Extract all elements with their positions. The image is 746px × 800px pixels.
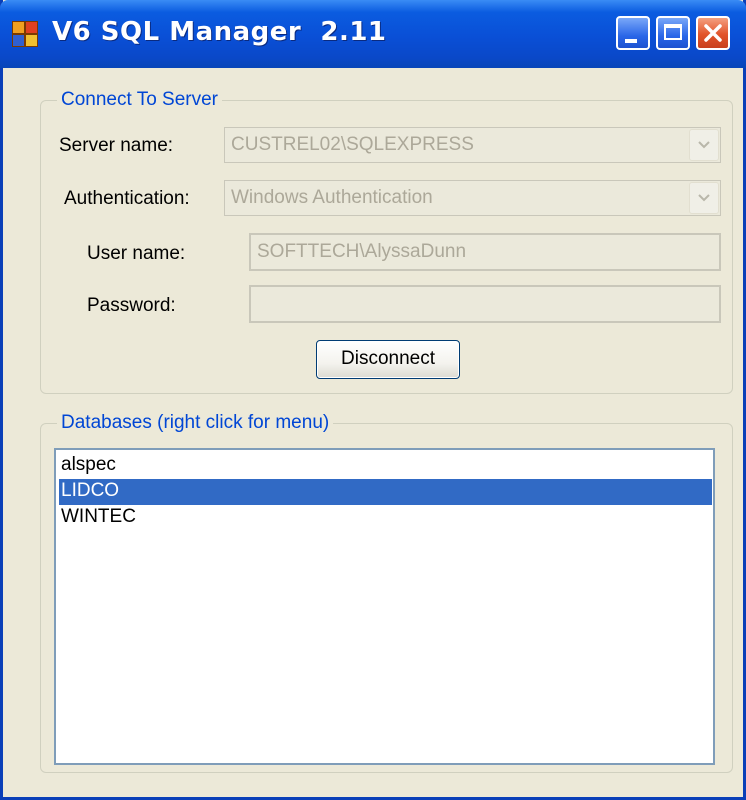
window-title: V6 SQL Manager 2.11 xyxy=(52,17,387,47)
server-name-combo[interactable]: CUSTREL02\SQLEXPRESS xyxy=(224,127,721,163)
minimize-icon[interactable] xyxy=(616,16,650,50)
server-name-label: Server name: xyxy=(59,135,174,156)
password-label: Password: xyxy=(87,295,176,316)
list-item[interactable]: alspec xyxy=(59,453,712,479)
chevron-down-icon[interactable] xyxy=(689,129,719,161)
user-name-value: SOFTTECH\AlyssaDunn xyxy=(257,241,467,262)
authentication-combo[interactable]: Windows Authentication xyxy=(224,180,721,216)
app-icon xyxy=(12,21,38,47)
server-name-value: CUSTREL02\SQLEXPRESS xyxy=(231,134,474,155)
close-icon[interactable] xyxy=(696,16,730,50)
chevron-down-icon[interactable] xyxy=(689,182,719,214)
list-item[interactable]: WINTEC xyxy=(59,505,712,531)
disconnect-button[interactable]: Disconnect xyxy=(316,340,460,379)
list-item-selected[interactable]: LIDCO xyxy=(59,479,712,505)
main-window: V6 SQL Manager 2.11 Connect To Server Se… xyxy=(0,0,746,800)
maximize-icon[interactable] xyxy=(656,16,690,50)
authentication-label: Authentication: xyxy=(64,188,190,209)
title-bar[interactable]: V6 SQL Manager 2.11 xyxy=(0,0,746,68)
user-name-field[interactable]: SOFTTECH\AlyssaDunn xyxy=(249,233,721,271)
databases-group-title: Databases (right click for menu) xyxy=(57,412,334,434)
connect-group-title: Connect To Server xyxy=(57,89,223,111)
databases-list[interactable]: alspec LIDCO WINTEC xyxy=(54,448,715,765)
user-name-label: User name: xyxy=(87,243,186,264)
password-field[interactable] xyxy=(249,285,721,323)
authentication-value: Windows Authentication xyxy=(231,187,433,208)
